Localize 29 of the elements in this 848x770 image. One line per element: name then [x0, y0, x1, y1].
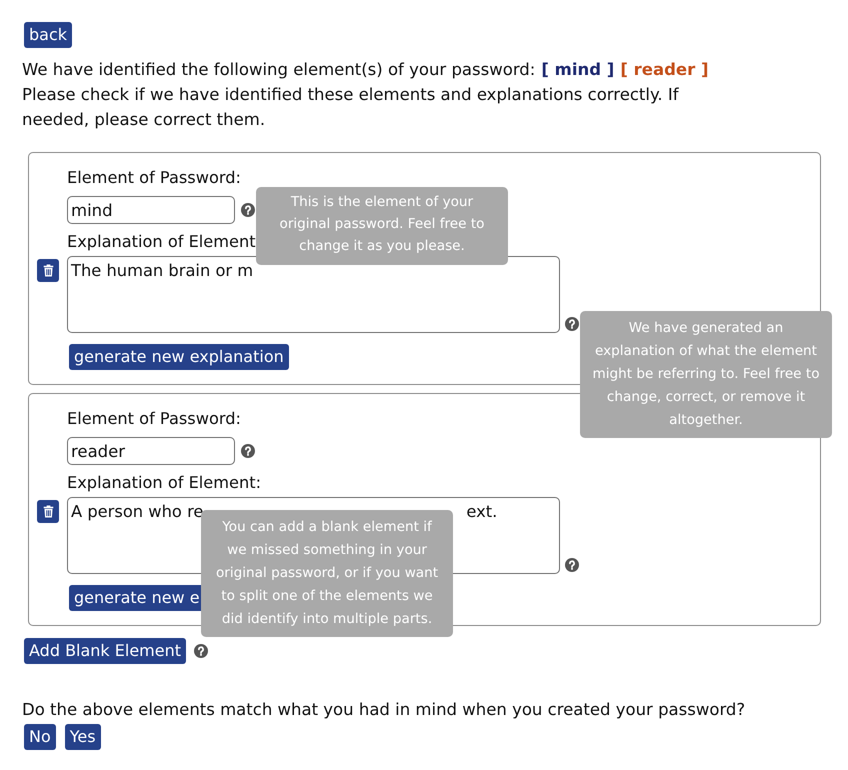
delete-button[interactable] — [37, 259, 59, 282]
back-button[interactable]: back — [24, 22, 72, 48]
answer-button[interactable]: Yes — [64, 724, 101, 750]
field-label: Element of Password: — [67, 167, 241, 189]
instructions-text: Please check if we have identified these elements and explanations correctly. If needed, please correct them. — [22, 84, 680, 131]
help-icon[interactable] — [565, 317, 579, 331]
intro-text: We have identified the following element(s) of your password: — [22, 59, 536, 81]
element-field[interactable]: reader — [67, 437, 235, 465]
delete-button[interactable] — [37, 500, 59, 523]
element-tag: [ reader ] — [620, 57, 709, 82]
tooltip: This is the element of your original password. Feel free to change it as you please. — [256, 187, 508, 265]
help-icon[interactable] — [194, 644, 208, 658]
answer-button[interactable]: No — [24, 724, 56, 750]
add-blank-element-button[interactable]: Add Blank Element — [24, 638, 186, 664]
generate-explanation-button[interactable]: generate new explanation — [69, 344, 289, 370]
trash-icon — [42, 505, 54, 518]
field-label: Element of Password: — [67, 408, 241, 430]
element-field[interactable]: mind — [67, 196, 235, 224]
tooltip: You can add a blank element if we missed something in your original password, or if you want to split one of the elements we did identify into multiple parts. — [201, 510, 454, 637]
explanation-field[interactable]: The human brain or m — [67, 256, 560, 333]
tooltip: We have generated an explanation of what the element might be referring to. Feel free to change, correct, or remove it altogether. — [580, 311, 832, 438]
help-icon[interactable] — [241, 444, 255, 458]
question-text: Do the above elements match what you had in mind when you created your password? — [22, 699, 746, 721]
help-icon[interactable] — [241, 203, 255, 217]
field-label: Explanation of Element: — [67, 472, 262, 494]
help-icon[interactable] — [565, 558, 579, 572]
field-label: Explanation of Element — [67, 231, 256, 253]
element-tag: [ mind ] — [541, 57, 614, 82]
trash-icon — [42, 264, 54, 277]
